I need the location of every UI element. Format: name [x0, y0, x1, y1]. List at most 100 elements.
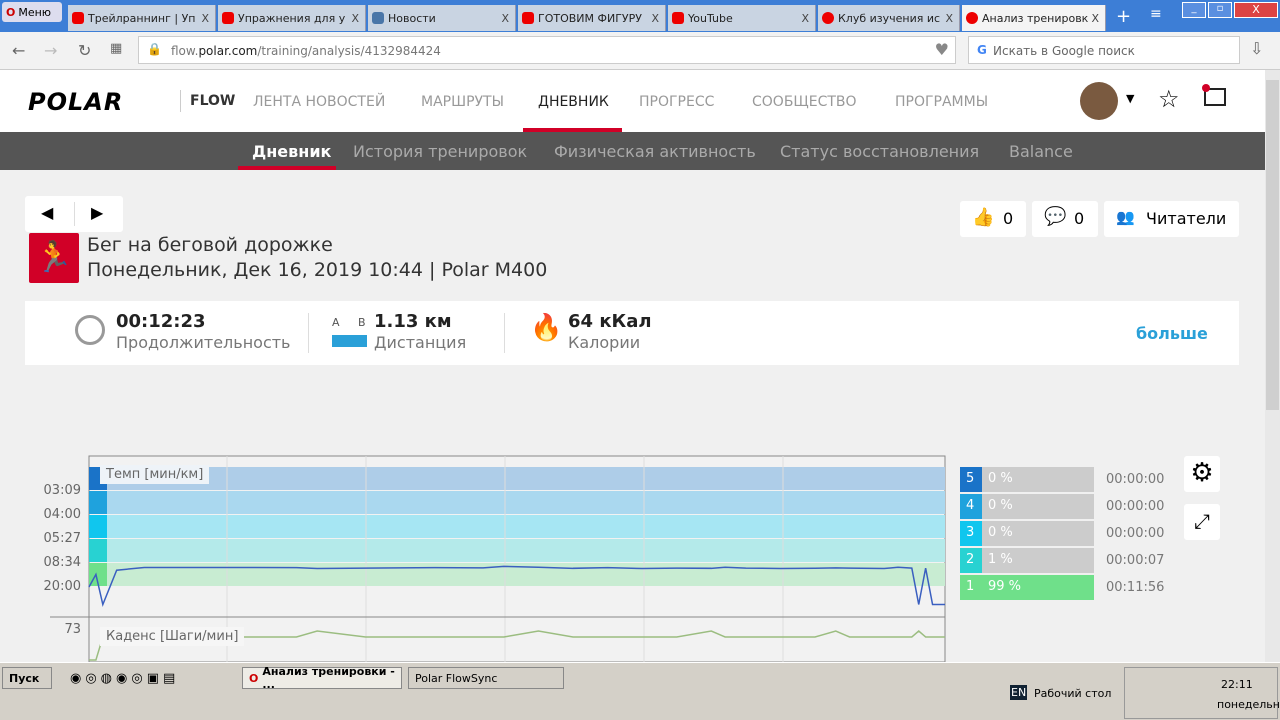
zone-number: 2 [960, 548, 982, 573]
like-button[interactable]: 👍 0 [960, 201, 1026, 237]
start-label: Пуск [9, 671, 40, 685]
tab[interactable]: Упражнения для у X [218, 5, 366, 31]
settings-gear-icon[interactable]: ⚙ [1184, 456, 1220, 492]
subnav-balance[interactable]: Balance [1009, 142, 1073, 161]
close-icon[interactable]: X [501, 12, 509, 25]
subnav-recovery[interactable]: Статус восстановления [780, 142, 979, 161]
url-input[interactable]: 🔒 flow.polar.com/training/analysis/413298… [138, 36, 956, 64]
maximize-button[interactable]: ▫ [1208, 2, 1232, 18]
readers-button[interactable]: 👥 Читатели [1104, 201, 1239, 237]
star-icon[interactable]: ☆ [1158, 85, 1180, 113]
zone-row: 2 1 % [960, 548, 1094, 573]
zone-band [89, 491, 945, 514]
zone-percent: 1 % [982, 548, 1094, 573]
y-tick: 08:34 [43, 555, 81, 570]
menu-label: Меню [18, 5, 52, 19]
tab-title: Клуб изучения ис [838, 11, 941, 25]
tab-active[interactable]: Анализ тренировк X [962, 5, 1106, 31]
more-link[interactable]: больше [1136, 324, 1208, 343]
zone-time: 00:00:00 [1106, 526, 1165, 541]
zone-marker [89, 491, 107, 514]
taskbar-window-flowsync[interactable]: Polar FlowSync [408, 667, 564, 689]
speed-dial-icon[interactable]: ▦ [110, 41, 122, 56]
address-bar: ← → ↻ ▦ 🔒 flow.polar.com/training/analysi… [0, 32, 1280, 70]
zone-percent: 0 % [982, 467, 1094, 492]
tab[interactable]: Клуб изучения ис X [818, 5, 960, 31]
desktop-toolbar[interactable]: Рабочий стол [1034, 687, 1111, 700]
quick-launch-icons[interactable]: ◉◎◍◉◎▣▤ [70, 671, 179, 686]
subnav-activity[interactable]: Физическая активность [554, 142, 756, 161]
reload-icon[interactable]: ↻ [78, 41, 91, 60]
browser-menu-button[interactable]: O Меню [2, 2, 62, 22]
browser-tab-bar: O Меню Трейлраннинг | Уп X Упражнения для … [0, 0, 1280, 32]
zone-percent: 0 % [982, 494, 1094, 519]
start-button[interactable]: Пуск [2, 667, 52, 689]
close-icon[interactable]: X [945, 12, 953, 25]
y-tick: 20:00 [43, 579, 81, 594]
zone-percent: 99 % [982, 575, 1094, 600]
zone-row: 1 99 % [960, 575, 1094, 600]
tab[interactable]: ГОТОВИМ ФИГУРУ X [518, 5, 666, 31]
zone-band [89, 467, 945, 490]
download-icon[interactable]: ⇩ [1250, 39, 1263, 58]
language-indicator[interactable]: EN [1010, 685, 1028, 700]
fullscreen-icon[interactable]: ⤢ [1184, 504, 1220, 540]
vk-icon [372, 12, 384, 24]
taskbar-window-opera[interactable]: O Анализ тренировки - ... [242, 665, 402, 691]
close-icon[interactable]: X [351, 12, 359, 25]
people-icon: 👥 [1116, 208, 1135, 226]
y-tick: 05:27 [43, 531, 81, 546]
subnav-diary[interactable]: Дневник [252, 142, 331, 161]
zone-number: 4 [960, 494, 982, 519]
window-label: Анализ тренировки - ... [262, 665, 395, 691]
avatar[interactable] [1080, 82, 1118, 120]
zone-number: 5 [960, 467, 982, 492]
page-scrollbar[interactable] [1265, 70, 1280, 662]
system-tray: 22:11 понедельник [1124, 667, 1280, 719]
zone-time: 00:00:07 [1106, 553, 1165, 568]
comment-button[interactable]: 💬 0 [1032, 201, 1098, 237]
prev-arrow-icon[interactable]: ◀ [41, 203, 53, 222]
close-window-button[interactable]: X [1234, 2, 1278, 18]
nav-feed[interactable]: ЛЕНТА НОВОСТЕЙ [253, 94, 385, 110]
close-icon[interactable]: X [651, 12, 659, 25]
tab[interactable]: Трейлраннинг | Уп X [68, 5, 216, 31]
tab-title: ГОТОВИМ ФИГУРУ [538, 11, 642, 25]
minimize-button[interactable]: _ [1182, 2, 1206, 18]
search-placeholder: Искать в Google поиск [993, 44, 1135, 58]
nav-community[interactable]: СООБЩЕСТВО [752, 94, 857, 110]
nav-diary[interactable]: ДНЕВНИК [538, 94, 609, 110]
zone-band [89, 539, 945, 562]
close-icon[interactable]: X [801, 12, 809, 25]
new-tab-button[interactable]: + [1116, 6, 1131, 27]
nav-programs[interactable]: ПРОГРАММЫ [895, 94, 988, 110]
close-icon[interactable]: X [201, 12, 209, 25]
ruler-icon [332, 335, 367, 347]
cadence-label: Каденс [Шаги/мин] [100, 627, 245, 646]
messages-icon[interactable] [1202, 84, 1226, 106]
tab[interactable]: Новости X [368, 5, 516, 31]
nav-routes[interactable]: МАРШРУТЫ [421, 94, 504, 110]
windows-taskbar: Пуск ◉◎◍◉◎▣▤ O Анализ тренировки - ... Po… [0, 662, 1280, 720]
chevron-down-icon[interactable]: ▼ [1126, 92, 1134, 105]
duration-value: 00:12:23 [116, 311, 206, 332]
y-tick: 04:00 [43, 507, 81, 522]
forward-icon[interactable]: → [44, 41, 57, 60]
subnav-history[interactable]: История тренировок [353, 142, 527, 161]
tab-menu-icon[interactable]: ≡ [1150, 6, 1162, 22]
heart-icon[interactable]: ♥ [935, 40, 949, 59]
tab-title: Анализ тренировк [982, 11, 1089, 25]
tab-title: YouTube [688, 11, 733, 25]
polar-logo[interactable]: POLAR [28, 88, 123, 116]
comment-icon: 💬 [1044, 206, 1067, 227]
stopwatch-icon [75, 315, 105, 345]
lock-icon: 🔒 [147, 42, 162, 56]
nav-progress[interactable]: ПРОГРЕСС [639, 94, 714, 110]
search-input[interactable]: G Искать в Google поиск [968, 36, 1240, 64]
youtube-icon [72, 12, 84, 24]
next-arrow-icon[interactable]: ▶ [91, 203, 103, 222]
close-icon[interactable]: X [1091, 12, 1099, 25]
tab[interactable]: YouTube X [668, 5, 816, 31]
back-icon[interactable]: ← [12, 41, 25, 60]
clock-time[interactable]: 22:11 [1221, 678, 1253, 691]
